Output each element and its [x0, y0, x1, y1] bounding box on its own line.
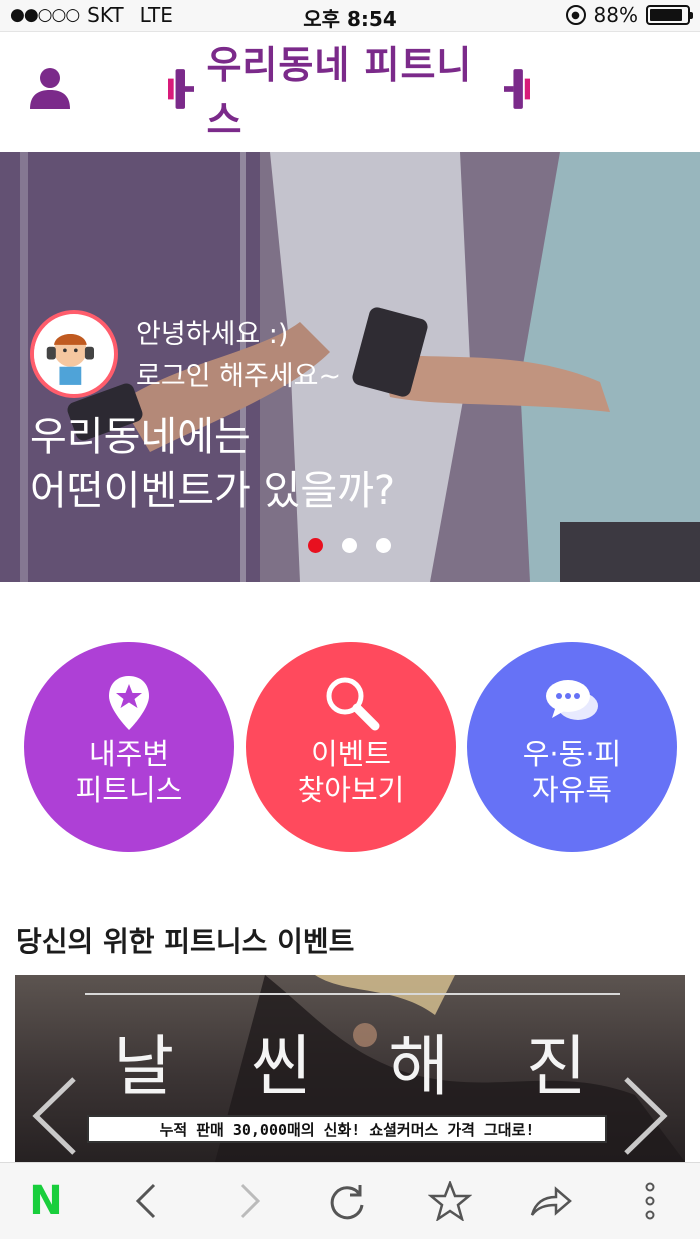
magnifier-icon [326, 677, 380, 731]
more-icon[interactable] [628, 1181, 672, 1221]
nearby-fitness-button[interactable]: 내주변 피트니스 [24, 642, 234, 852]
free-talk-label-1: 우·동·피 [522, 737, 622, 771]
battery-fill [650, 9, 682, 21]
forward-icon[interactable] [226, 1181, 270, 1221]
hero-carousel[interactable]: 안녕하세요 :) 로그인 해주세요~ 우리동네에는 어떤이벤트가 있을까? [0, 152, 700, 582]
back-icon[interactable] [126, 1181, 170, 1221]
hero-title-line-1: 우리동네에는 [30, 414, 251, 460]
status-right: ● 88% [565, 3, 693, 27]
battery-percent: 88% [593, 3, 638, 27]
nearby-fitness-label-2: 피트니스 [75, 773, 183, 807]
banner-char-3: 해 [388, 1028, 450, 1105]
banner-char-1: 날 [113, 1028, 175, 1105]
find-events-label-2: 찾아보기 [297, 773, 405, 807]
dumbbell-left-icon [168, 69, 195, 109]
find-events-label-1: 이벤트 [310, 737, 392, 771]
rotation-lock-icon: ● [565, 5, 586, 25]
event-banner[interactable]: 날 씬 해 진 누적 판매 30,000매의 신화! 쇼셜커머스 가격 그대로! [15, 975, 685, 1162]
nearby-fitness-label-1: 내주변 [88, 737, 170, 771]
dumbbell-right-icon [503, 69, 530, 109]
cartoon-avatar-icon [34, 317, 107, 391]
section-title: 당신의 위한 피트니스 이벤트 [16, 925, 355, 958]
banner-prev-arrow-icon[interactable] [30, 1075, 78, 1157]
map-pin-star-icon [109, 676, 149, 730]
browser-toolbar: N [0, 1162, 700, 1239]
free-talk-label-2: 자유톡 [531, 773, 613, 807]
naver-letter: N [29, 1178, 63, 1224]
carousel-dot-3[interactable] [376, 538, 391, 553]
hero-title-line-2: 어떤이벤트가 있을까? [30, 468, 396, 514]
greeting-line-1: 안녕하세요 :) [136, 319, 289, 350]
reload-icon[interactable] [326, 1181, 370, 1221]
person-icon[interactable] [28, 65, 72, 109]
logo-text: 우리동네 피트니스 [206, 43, 473, 142]
avatar[interactable] [30, 310, 118, 398]
carousel-dot-1[interactable] [308, 538, 323, 553]
app-header: 우리동네 피트니스 [0, 33, 700, 151]
chat-bubbles-icon [546, 680, 598, 720]
battery-icon [646, 5, 693, 25]
naver-n-icon[interactable]: N [24, 1178, 68, 1224]
carousel-dots [308, 538, 391, 553]
greeting-line-2[interactable]: 로그인 해주세요~ [136, 356, 341, 398]
free-talk-button[interactable]: 우·동·피 자유톡 [467, 642, 677, 852]
banner-divider [85, 993, 620, 995]
status-bar: ●●○○○ SKT LTE 오후 8:54 ● 88% [0, 0, 700, 32]
banner-char-4: 진 [525, 1028, 587, 1105]
hero-greeting: 안녕하세요 :) 로그인 해주세요~ [136, 314, 341, 398]
banner-char-2: 씬 [250, 1028, 312, 1105]
banner-strip-text: 누적 판매 30,000매의 신화! 쇼셜커머스 가격 그대로! [87, 1115, 607, 1143]
hero-title: 우리동네에는 어떤이벤트가 있을까? [30, 410, 395, 518]
find-events-button[interactable]: 이벤트 찾아보기 [246, 642, 456, 852]
share-icon[interactable] [528, 1181, 572, 1221]
banner-headline: 날 씬 해 진 [15, 1013, 685, 1109]
carousel-dot-2[interactable] [342, 538, 357, 553]
banner-next-arrow-icon[interactable] [622, 1075, 670, 1157]
bookmark-star-icon[interactable] [428, 1181, 472, 1221]
app-logo[interactable]: 우리동네 피트니스 [168, 43, 530, 142]
